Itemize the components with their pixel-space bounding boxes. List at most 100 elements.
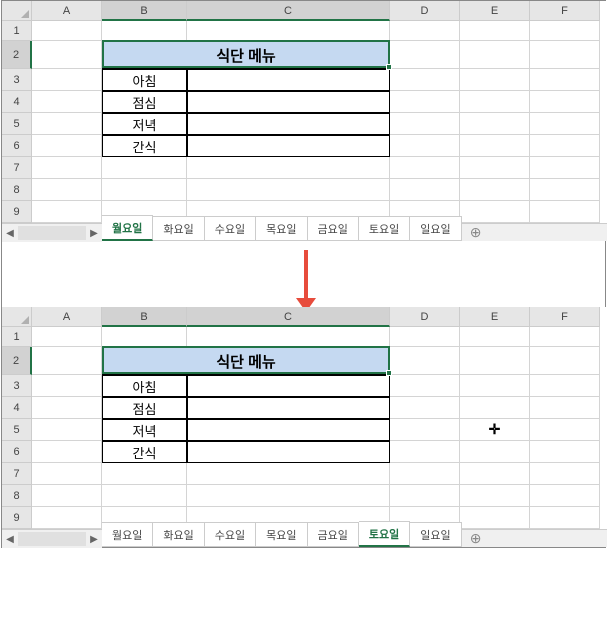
cell-C6[interactable]: [187, 135, 390, 157]
row-header-1b[interactable]: 1: [2, 327, 32, 347]
col-header-F[interactable]: F: [530, 1, 600, 21]
cell-C8[interactable]: [187, 179, 390, 201]
cell-F6[interactable]: [530, 135, 600, 157]
col-header-C[interactable]: C: [187, 1, 390, 21]
cell-D4[interactable]: [390, 91, 460, 113]
row-header-3[interactable]: 3: [2, 69, 32, 91]
cell-E5[interactable]: [460, 113, 530, 135]
row-header-8[interactable]: 8: [2, 179, 32, 201]
cell-A6[interactable]: [32, 135, 102, 157]
cell-B7[interactable]: [102, 157, 187, 179]
row-header-9[interactable]: 9: [2, 201, 32, 223]
cell-F3[interactable]: [530, 69, 600, 91]
hscroll-2[interactable]: ◀ ▶: [2, 530, 102, 548]
cell-F2[interactable]: [530, 41, 600, 69]
tab-wednesday-2[interactable]: 수요일: [205, 522, 256, 547]
select-all-corner-2[interactable]: [2, 307, 32, 327]
cell-C5[interactable]: [187, 113, 390, 135]
cell-A1[interactable]: [32, 21, 102, 41]
scroll-right-icon[interactable]: ▶: [86, 225, 102, 241]
cell-B6[interactable]: 간식: [102, 135, 187, 157]
col-header-D[interactable]: D: [390, 1, 460, 21]
cell-D8[interactable]: [390, 179, 460, 201]
scroll-track-2[interactable]: [18, 532, 86, 546]
tab-tuesday[interactable]: 화요일: [153, 216, 204, 241]
cell-A2[interactable]: [32, 41, 102, 69]
cell-E9[interactable]: [460, 201, 530, 223]
scroll-right-icon-2[interactable]: ▶: [86, 531, 102, 547]
title-merged-cell[interactable]: 식단 메뉴: [102, 41, 390, 69]
cell-A3[interactable]: [32, 69, 102, 91]
cell-D2[interactable]: [390, 41, 460, 69]
tab-wednesday[interactable]: 수요일: [205, 216, 256, 241]
col-header-A[interactable]: A: [32, 1, 102, 21]
title-merged-cell-2[interactable]: 식단 메뉴: [102, 347, 390, 375]
cell-E6[interactable]: [460, 135, 530, 157]
new-sheet-button-2[interactable]: ⊕: [462, 530, 490, 547]
scroll-left-icon-2[interactable]: ◀: [2, 531, 18, 547]
cell-A7[interactable]: [32, 157, 102, 179]
cell-F4[interactable]: [530, 91, 600, 113]
col-header-E[interactable]: E: [460, 1, 530, 21]
row-header-6b[interactable]: 6: [2, 441, 32, 463]
cell-A5[interactable]: [32, 113, 102, 135]
row-header-7b[interactable]: 7: [2, 463, 32, 485]
cell-F5[interactable]: [530, 113, 600, 135]
tab-sunday-2[interactable]: 일요일: [410, 522, 461, 547]
tab-friday-2[interactable]: 금요일: [308, 522, 359, 547]
tab-saturday-2[interactable]: 토요일: [359, 521, 410, 547]
cell-B8[interactable]: [102, 179, 187, 201]
cell-D5[interactable]: [390, 113, 460, 135]
cell-D6[interactable]: [390, 135, 460, 157]
col-header-F-2[interactable]: F: [530, 307, 600, 327]
cell-C3[interactable]: [187, 69, 390, 91]
col-header-C-2[interactable]: C: [187, 307, 390, 327]
tab-sunday[interactable]: 일요일: [410, 216, 461, 241]
tab-friday[interactable]: 금요일: [308, 216, 359, 241]
scroll-track[interactable]: [18, 226, 86, 240]
cell-F1[interactable]: [530, 21, 600, 41]
cell-C4[interactable]: [187, 91, 390, 113]
col-header-B[interactable]: B: [102, 1, 187, 21]
col-header-E-2[interactable]: E: [460, 307, 530, 327]
row-header-8b[interactable]: 8: [2, 485, 32, 507]
cell-D3[interactable]: [390, 69, 460, 91]
cell-F9[interactable]: [530, 201, 600, 223]
cell-A9[interactable]: [32, 201, 102, 223]
row-header-6[interactable]: 6: [2, 135, 32, 157]
scroll-left-icon[interactable]: ◀: [2, 225, 18, 241]
row-header-4[interactable]: 4: [2, 91, 32, 113]
cell-F7[interactable]: [530, 157, 600, 179]
cell-A8[interactable]: [32, 179, 102, 201]
tab-thursday[interactable]: 목요일: [256, 216, 307, 241]
cell-A4[interactable]: [32, 91, 102, 113]
cell-D7[interactable]: [390, 157, 460, 179]
cell-E3[interactable]: [460, 69, 530, 91]
cell-E1[interactable]: [460, 21, 530, 41]
row-header-5[interactable]: 5: [2, 113, 32, 135]
row-header-2b[interactable]: 2: [2, 347, 32, 375]
row-header-7[interactable]: 7: [2, 157, 32, 179]
row-header-5b[interactable]: 5: [2, 419, 32, 441]
row-header-9b[interactable]: 9: [2, 507, 32, 529]
cell-B4[interactable]: 점심: [102, 91, 187, 113]
tab-monday[interactable]: 월요일: [102, 215, 153, 241]
tab-thursday-2[interactable]: 목요일: [256, 522, 307, 547]
tab-tuesday-2[interactable]: 화요일: [153, 522, 204, 547]
col-header-A-2[interactable]: A: [32, 307, 102, 327]
row-header-2[interactable]: 2: [2, 41, 32, 69]
cell-E7[interactable]: [460, 157, 530, 179]
new-sheet-button[interactable]: ⊕: [462, 224, 490, 241]
cell-B5[interactable]: 저녁: [102, 113, 187, 135]
cell-E8[interactable]: [460, 179, 530, 201]
cell-E2[interactable]: [460, 41, 530, 69]
tab-saturday[interactable]: 토요일: [359, 216, 410, 241]
col-header-D-2[interactable]: D: [390, 307, 460, 327]
row-header-1[interactable]: 1: [2, 21, 32, 41]
cell-B1[interactable]: [102, 21, 187, 41]
cell-F8[interactable]: [530, 179, 600, 201]
cell-E4[interactable]: [460, 91, 530, 113]
row-header-3b[interactable]: 3: [2, 375, 32, 397]
cell-C7[interactable]: [187, 157, 390, 179]
hscroll[interactable]: ◀ ▶: [2, 224, 102, 242]
